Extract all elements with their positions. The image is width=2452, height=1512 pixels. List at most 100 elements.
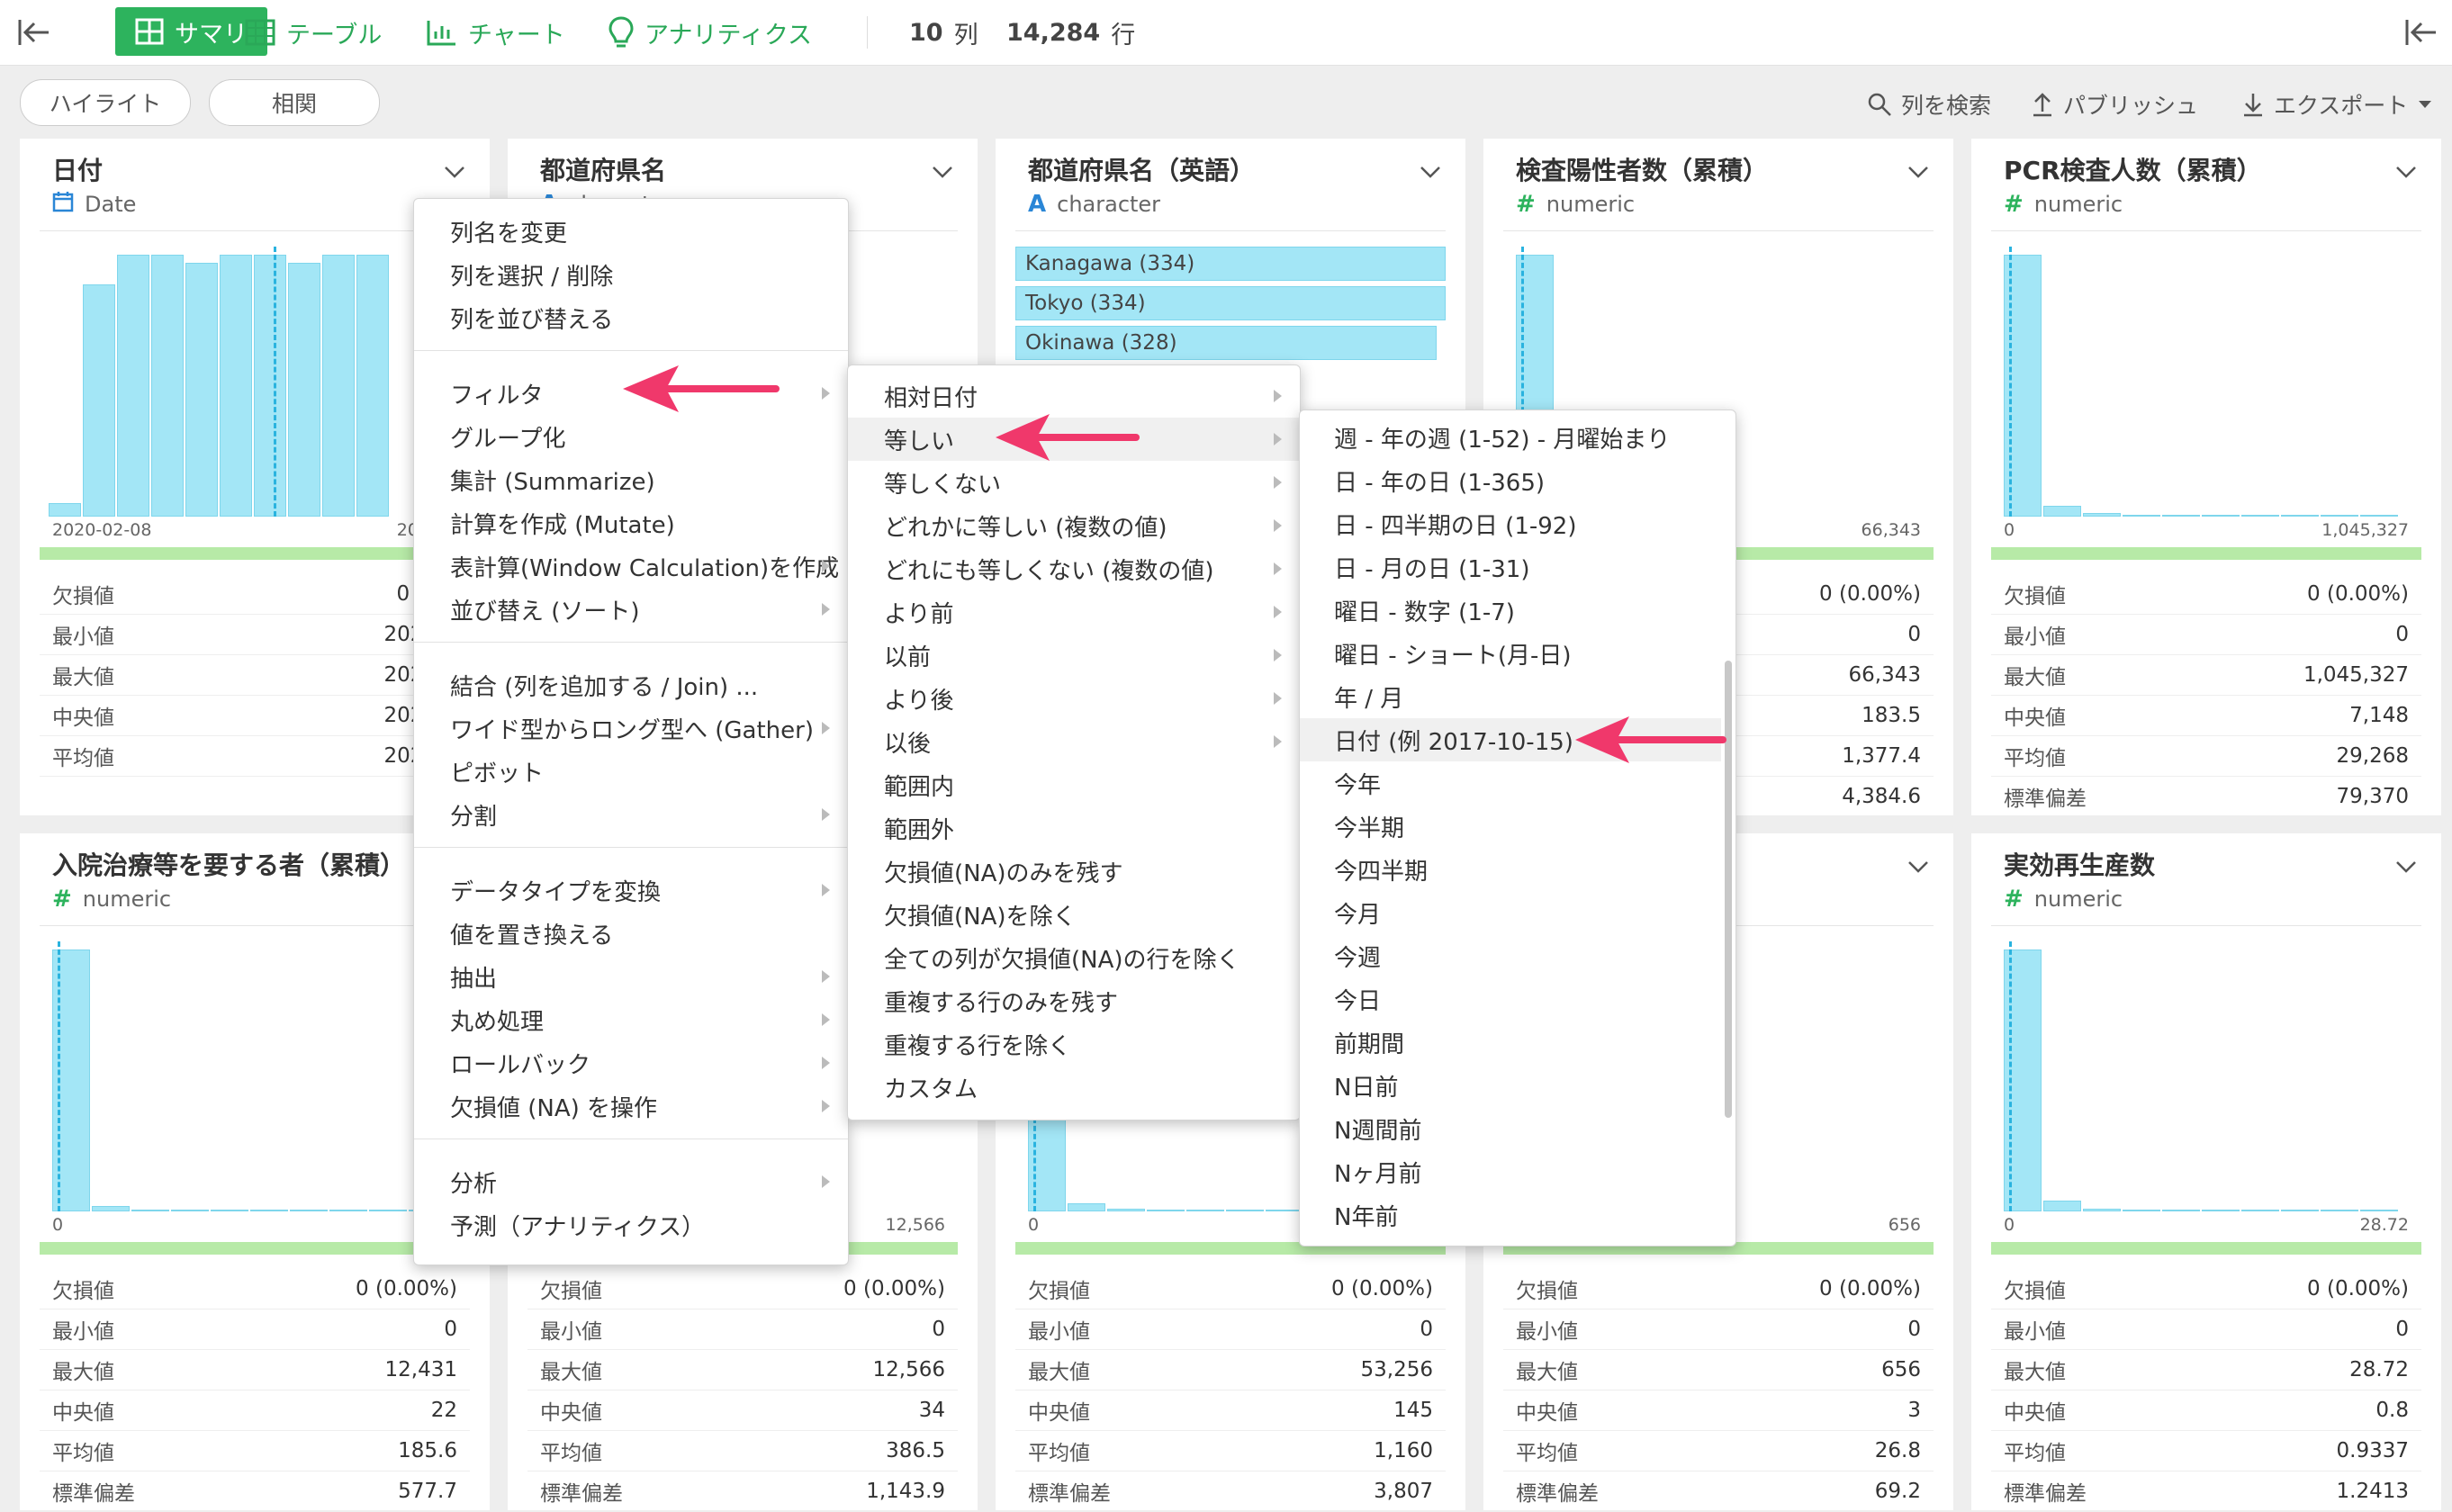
chevron-down-icon[interactable] [2394, 164, 2418, 184]
date-option-item[interactable]: 今四半期 [1300, 848, 1721, 891]
histogram-bar[interactable] [92, 1206, 130, 1211]
histogram-bar[interactable] [288, 263, 320, 517]
export-button[interactable]: エクスポート [2241, 86, 2442, 122]
chevron-down-icon[interactable] [1907, 859, 1930, 878]
filter-menu-item[interactable]: 欠損値(NA)のみを残す [848, 850, 1300, 893]
histogram-bar[interactable] [1186, 1210, 1224, 1211]
menu-item[interactable]: 丸め処理 [414, 998, 848, 1041]
search-columns-button[interactable]: 列を検索 [1867, 86, 1991, 122]
publish-button[interactable]: パブリッシュ [2031, 86, 2198, 122]
menu-item[interactable]: 欠損値 (NA) を操作 [414, 1084, 848, 1128]
menu-item[interactable]: 分析 [414, 1160, 848, 1203]
menu-item[interactable]: 値を置き換える [414, 912, 848, 955]
menu-item[interactable]: 集計 (Summarize) [414, 458, 848, 501]
top-value-bar[interactable]: Kanagawa (334) [1015, 247, 1446, 281]
menu-item[interactable]: 並び替え (ソート) [414, 588, 848, 631]
date-option-item[interactable]: 今月 [1300, 891, 1721, 934]
histogram-bar[interactable] [49, 503, 81, 517]
histogram-bar[interactable] [211, 1210, 248, 1211]
histogram-bar[interactable] [2321, 515, 2358, 517]
filter-menu-item[interactable]: 範囲外 [848, 806, 1300, 850]
menu-item[interactable]: 予測（アナリティクス） [414, 1203, 848, 1246]
chevron-down-icon[interactable] [931, 164, 954, 184]
histogram-bar[interactable] [131, 1210, 169, 1211]
date-option-item[interactable]: 曜日 - 数字 (1-7) [1300, 589, 1721, 632]
histogram-bar[interactable] [1068, 1203, 1105, 1211]
collapse-right-icon[interactable] [2403, 16, 2439, 49]
date-option-item[interactable]: 日 - 四半期の日 (1-92) [1300, 502, 1721, 545]
histogram-bar[interactable] [1147, 1210, 1185, 1211]
date-option-item[interactable]: 今日 [1300, 977, 1721, 1021]
date-option-item[interactable]: 日 - 月の日 (1-31) [1300, 545, 1721, 589]
menu-item[interactable]: ワイド型からロング型へ (Gather) [414, 706, 848, 750]
histogram-bar[interactable] [2321, 1210, 2358, 1211]
histogram-bar[interactable] [171, 1210, 209, 1211]
histogram-bar[interactable] [1107, 1209, 1145, 1211]
date-option-item[interactable]: 今半期 [1300, 805, 1721, 848]
chevron-down-icon[interactable] [1419, 164, 1442, 184]
histogram-bar[interactable] [2241, 515, 2279, 517]
filter-menu-item[interactable]: どれにも等しくない (複数の値) [848, 547, 1300, 590]
menu-item[interactable]: 結合 (列を追加する / Join) ... [414, 663, 848, 706]
histogram-bar[interactable] [254, 255, 286, 517]
date-option-item[interactable]: 前期間 [1300, 1021, 1721, 1064]
menu-item[interactable]: 列名を変更 [414, 210, 848, 253]
chevron-down-icon[interactable] [443, 164, 466, 184]
filter-menu-item[interactable]: 重複する行を除く [848, 1022, 1300, 1066]
histogram-bar[interactable] [83, 284, 115, 517]
tab-chart[interactable]: チャート [427, 0, 565, 65]
chevron-down-icon[interactable] [2394, 859, 2418, 878]
date-option-item[interactable]: 曜日 - ショート(月-日) [1300, 632, 1721, 675]
histogram-bar[interactable] [322, 255, 355, 517]
highlight-button[interactable]: ハイライト [20, 79, 191, 126]
histogram-bar[interactable] [117, 255, 149, 517]
menu-item[interactable]: 表計算(Window Calculation)を作成 [414, 544, 848, 588]
histogram-bar[interactable] [356, 255, 389, 517]
histogram-bar[interactable] [1226, 1210, 1264, 1211]
filter-menu-item[interactable]: 全ての列が欠損値(NA)の行を除く [848, 936, 1300, 979]
chevron-down-icon[interactable] [1907, 164, 1930, 184]
filter-menu-item[interactable]: より前 [848, 590, 1300, 634]
histogram-bar[interactable] [2281, 515, 2319, 517]
date-option-item[interactable]: 今週 [1300, 934, 1721, 977]
top-value-bar[interactable]: Tokyo (334) [1015, 286, 1446, 320]
histogram-bar[interactable] [220, 255, 252, 517]
histogram-bar[interactable] [290, 1210, 328, 1211]
histogram-bar[interactable] [2083, 1209, 2121, 1211]
histogram-bar[interactable] [2162, 515, 2200, 517]
histogram-bar[interactable] [2241, 1210, 2279, 1211]
filter-menu-item[interactable]: より後 [848, 677, 1300, 720]
menu-item[interactable]: 列を並び替える [414, 296, 848, 339]
histogram-bar[interactable] [369, 1210, 407, 1211]
menu-item[interactable]: ロールバック [414, 1041, 848, 1084]
histogram-bar[interactable] [2162, 1210, 2200, 1211]
filter-menu-item[interactable]: 以前 [848, 634, 1300, 677]
collapse-left-icon[interactable] [16, 16, 52, 49]
filter-menu-item[interactable]: カスタム [848, 1066, 1300, 1109]
filter-menu-item[interactable]: 欠損値(NA)を除く [848, 893, 1300, 936]
tab-table[interactable]: テーブル [245, 0, 382, 65]
histogram-bar[interactable] [2281, 1210, 2319, 1211]
menu-item[interactable]: 抽出 [414, 955, 848, 998]
filter-menu-item[interactable]: どれかに等しい (複数の値) [848, 504, 1300, 547]
menu-item[interactable]: ピボット [414, 750, 848, 793]
filter-menu-item[interactable]: 重複する行のみを残す [848, 979, 1300, 1022]
histogram-bar[interactable] [1266, 1210, 1303, 1211]
top-value-bar[interactable]: Okinawa (328) [1015, 326, 1437, 360]
filter-menu-item[interactable]: 範囲内 [848, 763, 1300, 806]
menu-item[interactable]: 計算を作成 (Mutate) [414, 501, 848, 544]
date-option-item[interactable]: N週間前 [1300, 1107, 1721, 1150]
menu-item[interactable]: 列を選択 / 削除 [414, 253, 848, 296]
histogram-bar[interactable] [329, 1210, 367, 1211]
histogram-bar[interactable] [2083, 513, 2121, 517]
histogram-bar[interactable] [2123, 515, 2160, 517]
date-option-item[interactable]: N年前 [1300, 1193, 1721, 1237]
histogram-bar[interactable] [2043, 506, 2081, 517]
date-option-item[interactable]: N日前 [1300, 1064, 1721, 1107]
histogram-bar[interactable] [185, 263, 218, 517]
date-option-item[interactable]: 年 / 月 [1300, 675, 1721, 718]
histogram-bar[interactable] [2360, 1210, 2398, 1211]
menu-item[interactable]: データタイプを変換 [414, 868, 848, 912]
menu-item[interactable]: 分割 [414, 793, 848, 836]
date-option-item[interactable]: 週 - 年の週 (1-52) - 月曜始まり [1300, 416, 1721, 459]
